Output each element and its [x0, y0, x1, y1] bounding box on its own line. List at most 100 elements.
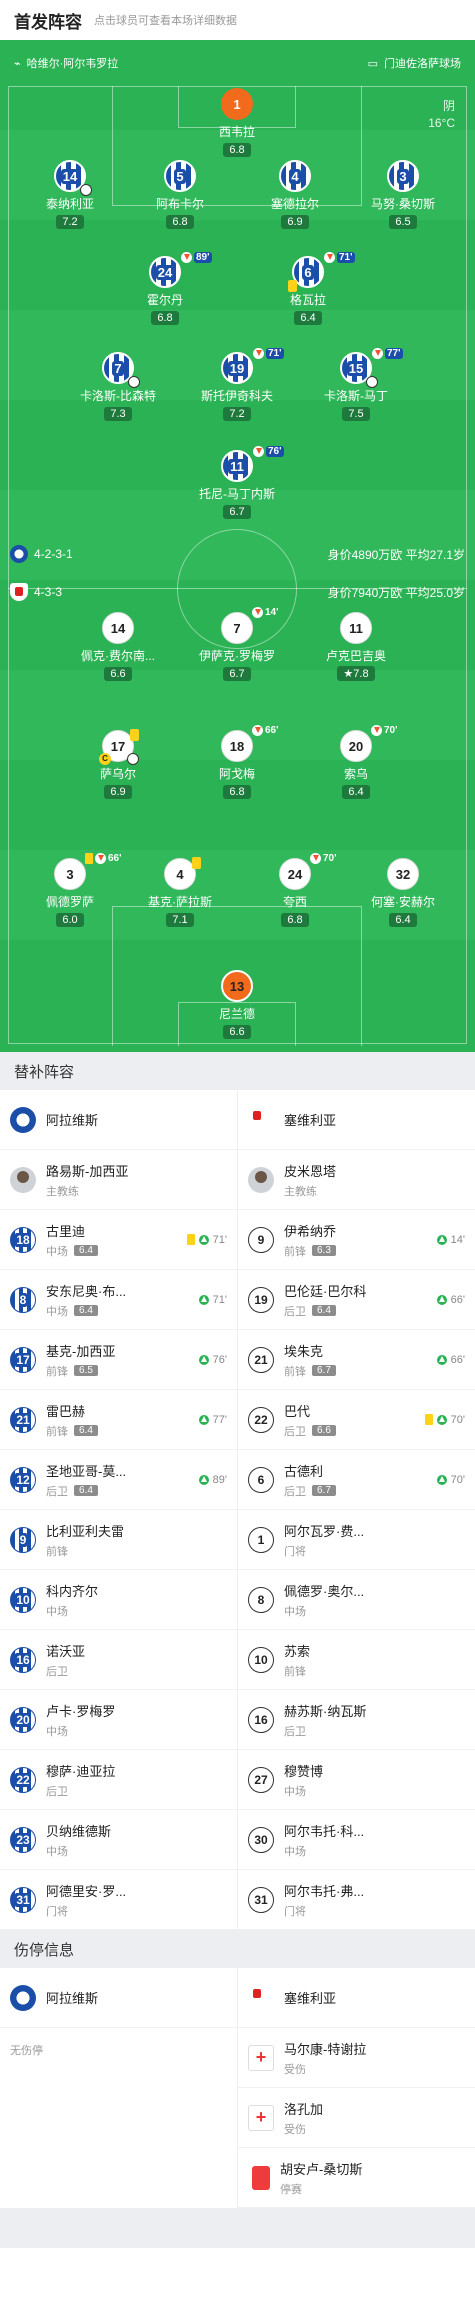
sub-player-row[interactable]: 12 圣地亚哥-莫... 后卫 6.4 89' [0, 1450, 237, 1510]
sub-player-row[interactable]: 16 诺沃亚 后卫 [0, 1630, 237, 1690]
sub-player-row[interactable]: 22 穆萨·迪亚拉 后卫 [0, 1750, 237, 1810]
away-value: 身价7940万欧 平均25.0岁 [327, 585, 465, 600]
home-player[interactable]: 5 阿布卡尔 6.8 [125, 160, 235, 230]
sub-in-indicator: 70' [424, 1414, 465, 1426]
home-player[interactable]: 7 卡洛斯-比森特 7.3 [63, 352, 173, 422]
away-player[interactable]: 3 66' 佩德罗萨 6.0 [15, 853, 125, 928]
sub-player-row[interactable]: 21 埃朱克 前锋 6.7 66' [238, 1330, 475, 1390]
sub-player-row[interactable]: 1 阿尔瓦罗·费... 门将 [238, 1510, 475, 1570]
player-name: 佩德罗·奥尔... [284, 1583, 365, 1599]
away-player[interactable]: 32 何塞·安赫尔 6.4 [348, 858, 458, 928]
sub-player-row[interactable]: 17 基克-加西亚 前锋 6.5 76' [0, 1330, 237, 1390]
player-position: 前锋 [46, 1365, 68, 1378]
alaves-badge-icon [10, 1106, 36, 1133]
away-player[interactable]: 11 卢克巴吉奥 ★7.8 [301, 612, 411, 682]
sub-in-icon [436, 1354, 447, 1365]
home-player[interactable]: 14 泰纳利亚 7.2 [15, 160, 125, 230]
sub-player-row[interactable]: 21 雷巴赫 前锋 6.4 77' [0, 1390, 237, 1450]
sub-player-row[interactable]: 8 佩德罗·奥尔... 中场 [238, 1570, 475, 1630]
away-player[interactable]: 18 66' 阿戈梅 6.8 [182, 725, 292, 800]
player-kit: 11 76' [221, 446, 284, 482]
star-icon: ★ [343, 668, 354, 680]
sub-in-icon [198, 1294, 209, 1305]
away-player[interactable]: 4 基克·萨拉斯 7.1 [125, 857, 235, 928]
home-player[interactable]: 15 77' 卡洛斯-马丁 7.5 [301, 348, 411, 422]
home-player[interactable]: 4 塞德拉尔 6.9 [240, 160, 350, 230]
sub-off-icon [253, 446, 264, 457]
sub-player-row[interactable]: 9 伊希纳乔 前锋 6.3 14' [238, 1210, 475, 1270]
sub-player-row[interactable]: 9 比利亚利夫雷 前锋 [0, 1510, 237, 1570]
sub-player-row[interactable]: 30 阿尔韦托·科... 中场 [238, 1810, 475, 1870]
home-player[interactable]: 3 马努·桑切斯 6.5 [348, 160, 458, 230]
venue-icon: ▭ [367, 57, 378, 70]
sub-in-time: 66' [450, 1353, 465, 1366]
away-player[interactable]: 24 70' 夸西 6.8 [240, 853, 350, 928]
sub-off-indicator: 76' [253, 446, 284, 457]
home-player[interactable]: 11 76' 托尼-马丁内斯 6.7 [182, 446, 292, 520]
sub-player-row[interactable]: 22 巴代 后卫 6.6 70' [238, 1390, 475, 1450]
sub-player-row[interactable]: 20 卢卡·罗梅罗 中场 [0, 1690, 237, 1750]
sub-player-row[interactable]: 8 安东尼奥·布... 中场 6.4 71' [0, 1270, 237, 1330]
player-rating: 6.3 [312, 1245, 336, 1256]
sub-player-row[interactable]: 6 古德利 后卫 6.7 70' [238, 1450, 475, 1510]
team-name: 塞维利亚 [284, 1991, 337, 2006]
away-player[interactable]: 7 14' 伊萨克·罗梅罗 6.7 [182, 607, 292, 682]
sub-off-icon [252, 607, 263, 618]
player-number: 9 [10, 1526, 36, 1553]
team-name: 阿拉维斯 [46, 1991, 99, 2006]
home-player[interactable]: 1 西韦拉 6.8 [182, 88, 292, 158]
away-player[interactable]: 14 佩克·费尔南... 6.6 [63, 612, 173, 682]
player-kit: 1 [221, 88, 253, 120]
no-injuries-text: 无伤停 [10, 2045, 43, 2057]
player-number: 6 [248, 1466, 274, 1493]
coach-name: 路易斯-加西亚 [46, 1163, 129, 1179]
away-player[interactable]: 13 尼兰德 6.6 [182, 970, 292, 1040]
sub-player-row[interactable]: 23 贝纳维德斯 中场 [0, 1810, 237, 1870]
team-header: 阿拉维斯 [0, 1090, 237, 1150]
coach-row[interactable]: 皮米恩塔 主教练 [238, 1150, 475, 1210]
yellow-card-icon [186, 1234, 195, 1245]
home-player[interactable]: 24 89' 霍尔丹 6.8 [110, 252, 220, 326]
player-position: 后卫 [46, 1485, 68, 1498]
player-name: 阿戈梅 [218, 767, 255, 781]
player-rating: 6.8 [223, 785, 251, 799]
player-kit: 32 [387, 858, 419, 890]
sub-player-row[interactable]: 27 穆赞博 中场 [238, 1750, 475, 1810]
sub-player-row[interactable]: 10 科内齐尔 中场 [0, 1570, 237, 1630]
home-player[interactable]: 6 71' 格瓦拉 6.4 [253, 252, 363, 326]
player-name: 赫苏斯·纳瓦斯 [284, 1703, 367, 1719]
player-meta: 后卫 [284, 1723, 465, 1739]
player-kit: 13 [221, 970, 253, 1002]
player-name: 诺沃亚 [46, 1643, 86, 1659]
sub-player-row[interactable]: 18 古里迪 中场 6.4 71' [0, 1210, 237, 1270]
away-player[interactable]: 20 70' 索乌 6.4 [301, 725, 411, 800]
player-name: 马尔康-特谢拉 [284, 2041, 367, 2057]
sub-player-row[interactable]: 10 苏索 前锋 [238, 1630, 475, 1690]
sub-player-row[interactable]: 31 阿尔韦托·弗... 门将 [238, 1870, 475, 1930]
player-number: 16 [248, 1706, 274, 1733]
player-name: 阿尔韦托·科... [284, 1823, 365, 1839]
player-number: 1 [248, 1526, 274, 1553]
sub-player-row[interactable]: 16 赫苏斯·纳瓦斯后卫 [238, 1690, 475, 1750]
player-name: 卡洛斯-马丁 [324, 389, 388, 403]
sub-player-row[interactable]: 31 阿德里安·罗... 门将 [0, 1870, 237, 1930]
injury-row[interactable]: + 马尔康-特谢拉 受伤 [238, 2028, 475, 2088]
sub-in-indicator: 76' [198, 1354, 227, 1366]
player-rating: 6.4 [74, 1425, 98, 1436]
injury-row[interactable]: 胡安卢-桑切斯 停赛 [238, 2148, 475, 2208]
coach-row[interactable]: 路易斯-加西亚 主教练 [0, 1150, 237, 1210]
sub-player-row[interactable]: 19 巴伦廷·巴尔科 后卫 6.4 66' [238, 1270, 475, 1330]
player-name: 巴代 [284, 1403, 311, 1419]
player-name: 伊希纳乔 [284, 1223, 337, 1239]
player-name: 卢卡·罗梅罗 [46, 1703, 116, 1719]
away-player[interactable]: 17 C 萨乌尔 6.9 [63, 729, 173, 800]
home-player[interactable]: 19 71' 斯托伊奇科夫 7.2 [182, 348, 292, 422]
player-rating: 6.7 [312, 1485, 336, 1496]
injury-row[interactable]: + 洛孔加 受伤 [238, 2088, 475, 2148]
team-header: 塞维利亚 [238, 1090, 475, 1150]
injury-status: 受伤 [284, 2123, 306, 2136]
player-number: 21 [10, 1406, 36, 1433]
sub-off-icon [252, 725, 263, 736]
player-position: 前锋 [284, 1245, 306, 1258]
sub-in-indicator: 66' [436, 1294, 465, 1306]
